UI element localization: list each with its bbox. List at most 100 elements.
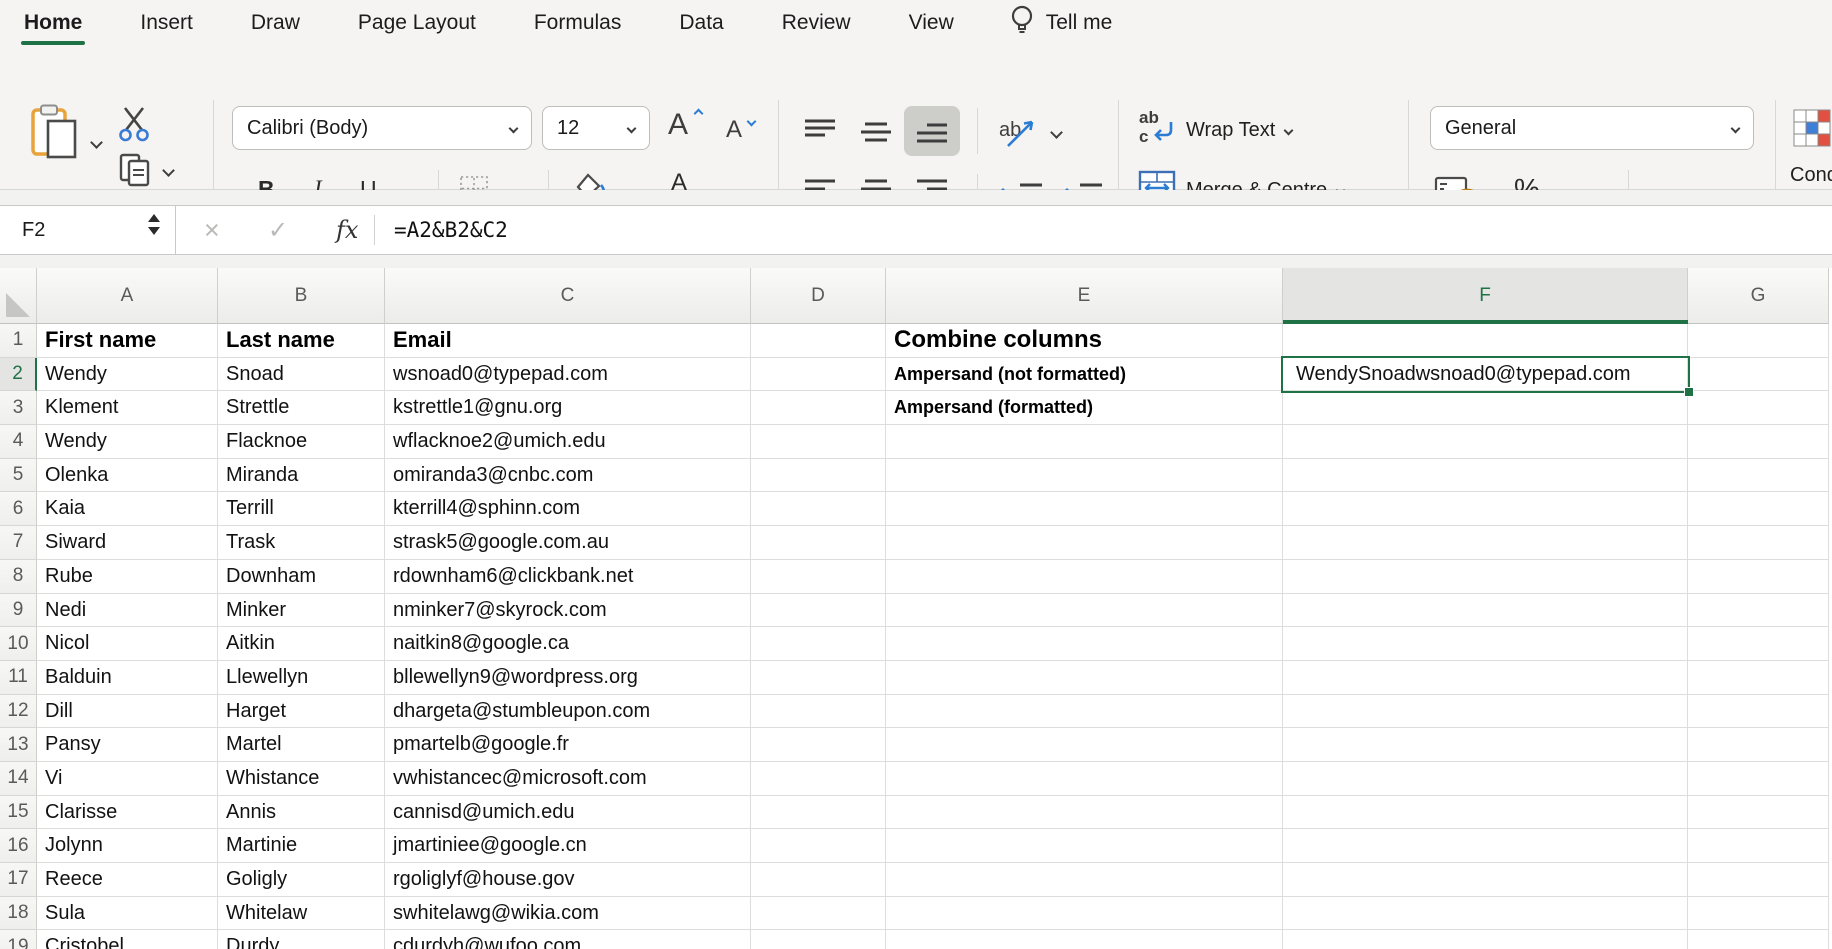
cell-G16[interactable] <box>1688 829 1829 863</box>
column-header-E[interactable]: E <box>886 268 1283 324</box>
cell-A5[interactable]: Olenka <box>37 459 218 493</box>
align-top-button[interactable] <box>802 118 838 149</box>
cell-F6[interactable] <box>1283 492 1688 526</box>
cell-A18[interactable]: Sula <box>37 897 218 931</box>
spinner-down-icon[interactable] <box>148 227 160 235</box>
orientation-chevron-icon[interactable] <box>1050 126 1063 139</box>
tab-data[interactable]: Data <box>679 0 723 46</box>
spinner-up-icon[interactable] <box>148 214 160 222</box>
cell-E18[interactable] <box>886 897 1283 931</box>
tab-insert[interactable]: Insert <box>140 0 193 46</box>
row-header-14[interactable]: 14 <box>0 762 37 796</box>
tab-formulas[interactable]: Formulas <box>534 0 622 46</box>
cell-E3[interactable]: Ampersand (formatted) <box>886 391 1283 425</box>
row-header-3[interactable]: 3 <box>0 391 37 425</box>
cell-E19[interactable] <box>886 930 1283 949</box>
cell-E1[interactable]: Combine columns <box>886 324 1283 358</box>
cell-E12[interactable] <box>886 695 1283 729</box>
column-header-G[interactable]: G <box>1688 268 1829 324</box>
conditional-formatting-button[interactable] <box>1792 108 1832 153</box>
cell-B10[interactable]: Aitkin <box>218 627 385 661</box>
wrap-text-button[interactable]: ab c Wrap Text <box>1138 108 1292 153</box>
cell-B14[interactable]: Whistance <box>218 762 385 796</box>
cell-D1[interactable] <box>751 324 886 358</box>
column-header-D[interactable]: D <box>751 268 886 324</box>
fill-handle[interactable] <box>1684 387 1694 397</box>
cell-B15[interactable]: Annis <box>218 796 385 830</box>
cell-F9[interactable] <box>1283 594 1688 628</box>
column-header-B[interactable]: B <box>218 268 385 324</box>
cell-A8[interactable]: Rube <box>37 560 218 594</box>
row-header-19[interactable]: 19 <box>0 930 37 949</box>
cell-D19[interactable] <box>751 930 886 949</box>
cell-D13[interactable] <box>751 728 886 762</box>
cell-D5[interactable] <box>751 459 886 493</box>
tab-home[interactable]: Home <box>24 0 82 46</box>
cell-B4[interactable]: Flacknoe <box>218 425 385 459</box>
cell-D12[interactable] <box>751 695 886 729</box>
cell-G12[interactable] <box>1688 695 1829 729</box>
cell-D16[interactable] <box>751 829 886 863</box>
cell-E11[interactable] <box>886 661 1283 695</box>
cell-A17[interactable]: Reece <box>37 863 218 897</box>
cell-G5[interactable] <box>1688 459 1829 493</box>
cell-B17[interactable]: Goligly <box>218 863 385 897</box>
cell-A7[interactable]: Siward <box>37 526 218 560</box>
cell-E5[interactable] <box>886 459 1283 493</box>
cell-D11[interactable] <box>751 661 886 695</box>
row-header-11[interactable]: 11 <box>0 661 37 695</box>
cell-B13[interactable]: Martel <box>218 728 385 762</box>
cell-F2[interactable]: WendySnoadwsnoad0@typepad.com <box>1283 358 1688 392</box>
copy-button[interactable] <box>118 152 152 193</box>
tab-page-layout[interactable]: Page Layout <box>358 0 476 46</box>
cell-G9[interactable] <box>1688 594 1829 628</box>
select-all-corner[interactable] <box>0 268 37 324</box>
cell-B5[interactable]: Miranda <box>218 459 385 493</box>
cell-A1[interactable]: First name <box>37 324 218 358</box>
cell-D8[interactable] <box>751 560 886 594</box>
cell-C1[interactable]: Email <box>385 324 751 358</box>
row-header-13[interactable]: 13 <box>0 728 37 762</box>
cell-E16[interactable] <box>886 829 1283 863</box>
cell-A13[interactable]: Pansy <box>37 728 218 762</box>
cell-D6[interactable] <box>751 492 886 526</box>
cell-E14[interactable] <box>886 762 1283 796</box>
cancel-button[interactable]: × <box>204 205 220 255</box>
cell-A14[interactable]: Vi <box>37 762 218 796</box>
cell-B7[interactable]: Trask <box>218 526 385 560</box>
align-middle-button[interactable] <box>858 120 894 151</box>
cell-E6[interactable] <box>886 492 1283 526</box>
cell-F8[interactable] <box>1283 560 1688 594</box>
cell-C14[interactable]: vwhistancec@microsoft.com <box>385 762 751 796</box>
cell-E17[interactable] <box>886 863 1283 897</box>
cell-F14[interactable] <box>1283 762 1688 796</box>
cell-G18[interactable] <box>1688 897 1829 931</box>
cell-A10[interactable]: Nicol <box>37 627 218 661</box>
cell-D4[interactable] <box>751 425 886 459</box>
cell-F7[interactable] <box>1283 526 1688 560</box>
cell-B16[interactable]: Martinie <box>218 829 385 863</box>
cell-G14[interactable] <box>1688 762 1829 796</box>
cell-C9[interactable]: nminker7@skyrock.com <box>385 594 751 628</box>
cell-B2[interactable]: Snoad <box>218 358 385 392</box>
cell-C2[interactable]: wsnoad0@typepad.com <box>385 358 751 392</box>
font-size-select[interactable]: 12 <box>542 106 650 150</box>
cell-C3[interactable]: kstrettle1@gnu.org <box>385 391 751 425</box>
cell-C10[interactable]: naitkin8@google.ca <box>385 627 751 661</box>
increase-font-button[interactable]: A <box>668 108 688 142</box>
cell-C11[interactable]: bllewellyn9@wordpress.org <box>385 661 751 695</box>
decrease-font-button[interactable]: A <box>726 116 742 144</box>
cell-D14[interactable] <box>751 762 886 796</box>
column-header-C[interactable]: C <box>385 268 751 324</box>
cell-G19[interactable] <box>1688 930 1829 949</box>
cell-C12[interactable]: dhargeta@stumbleupon.com <box>385 695 751 729</box>
cell-D3[interactable] <box>751 391 886 425</box>
cell-E2[interactable]: Ampersand (not formatted) <box>886 358 1283 392</box>
cell-C13[interactable]: pmartelb@google.fr <box>385 728 751 762</box>
cell-E10[interactable] <box>886 627 1283 661</box>
row-header-12[interactable]: 12 <box>0 695 37 729</box>
cell-C19[interactable]: cdurdyh@wufoo.com <box>385 930 751 949</box>
cell-D7[interactable] <box>751 526 886 560</box>
cell-G13[interactable] <box>1688 728 1829 762</box>
insert-function-button[interactable]: fx <box>336 205 358 255</box>
